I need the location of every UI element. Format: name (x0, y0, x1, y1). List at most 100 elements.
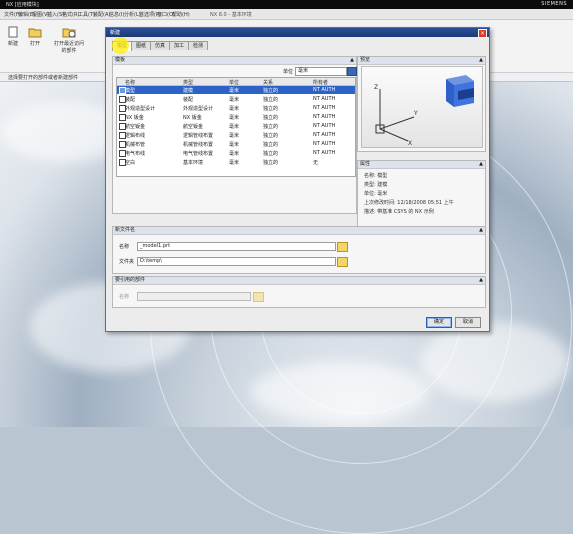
col-relation[interactable]: 关系 (263, 79, 273, 86)
svg-text:Y: Y (413, 110, 418, 117)
table-row[interactable]: 航空钣金 航空钣金 毫米 独立的 NT AUTH (117, 122, 355, 130)
cell-owner: NT AUTH (313, 105, 336, 111)
browse-folder-icon[interactable] (337, 242, 348, 252)
tab-manufacturing[interactable]: 加工 (169, 41, 189, 50)
menu-information[interactable]: 信息(I) (109, 11, 124, 18)
cell-unit: 毫米 (229, 106, 240, 112)
version-label: NX 8.0 - 基本环境 (210, 12, 252, 18)
cell-unit: 毫米 (229, 115, 240, 121)
cell-type: 航空钣金 (183, 124, 204, 130)
reference-part-panel: 要引用的部件 ▲ 名称 (112, 276, 486, 308)
cell-rel: 独立的 (263, 88, 279, 94)
prop-name: 名称: 模型 (364, 173, 388, 179)
cell-name: 电气布线 (125, 151, 146, 157)
new-button[interactable]: 新建 (2, 26, 24, 47)
dialog-titlebar: 新建 × (106, 28, 489, 38)
cell-owner: NT AUTH (313, 132, 336, 138)
table-row[interactable]: 空白 基本环境 毫米 独立的 无 (117, 158, 355, 166)
tab-drawing[interactable]: 图纸 (131, 41, 151, 50)
svg-text:Z: Z (374, 84, 378, 91)
csys-model-icon: Z Y X (374, 75, 474, 147)
open-button[interactable]: 打开 (24, 26, 46, 47)
cell-unit: 毫米 (229, 124, 240, 130)
cell-name: 逻辑布线 (125, 133, 146, 139)
dialog-title: 新建 (110, 30, 121, 36)
cue-text: 选择要打开的部件或者新建部件 (8, 75, 79, 81)
window-titlebar: NX [应用模块] SIEMENS (0, 0, 573, 9)
cell-type: 机械管线布置 (183, 142, 214, 148)
templates-panel-title: 模板 ▲ (113, 57, 356, 65)
cell-type: 装配 (183, 97, 194, 103)
ok-button[interactable]: 确定 (426, 317, 452, 328)
cell-rel: 独立的 (263, 160, 279, 166)
cloud (250, 362, 430, 422)
cell-type: 逻辑管线布置 (183, 133, 214, 139)
prop-type: 类型: 建模 (364, 182, 388, 188)
open-recent-button[interactable]: 打开最近访问的部件 (52, 26, 86, 54)
cell-type: 电气管线布置 (183, 151, 214, 157)
cell-rel: 独立的 (263, 97, 279, 103)
cell-rel: 独立的 (263, 124, 279, 130)
col-name[interactable]: 名称 (125, 79, 135, 86)
preview-panel: 预览 ▲ Z Y X (357, 56, 486, 152)
table-row[interactable]: 外观造型设计 外观造型设计 毫米 独立的 NT AUTH (117, 104, 355, 112)
prop-modified: 上次修改时间: 12/18/2008 05:51 上午 (364, 200, 454, 206)
prop-description: 描述: 带基准 CSYS 的 NX 示例 (364, 209, 434, 215)
filter-dropdown-icon[interactable] (347, 67, 357, 76)
properties-panel: 属性 ▲ 名称: 模型 类型: 建模 单位: 毫米 上次修改时间: 12/18/2… (357, 160, 486, 230)
menu-bar: 文件(F) 编辑(E) 视图(V) 插入(S) 格式(R) 工具(T) 装配(A… (0, 9, 573, 20)
table-row[interactable]: 装配 装配 毫米 独立的 NT AUTH (117, 95, 355, 103)
cell-rel: 独立的 (263, 115, 279, 121)
tab-simulation[interactable]: 仿真 (150, 41, 170, 50)
browse-folder-icon[interactable] (337, 257, 348, 267)
table-row[interactable]: 模型 建模 毫米 独立的 NT AUTH (117, 86, 355, 94)
recent-parts-icon (62, 28, 76, 38)
filename-input[interactable]: _model1.prt (137, 242, 336, 251)
col-unit[interactable]: 单位 (229, 79, 239, 86)
template-preview-image: Z Y X (361, 66, 483, 148)
mouse-highlight (112, 37, 129, 54)
preview-panel-title: 预览 ▲ (358, 57, 485, 65)
menu-format[interactable]: 格式(R) (62, 11, 79, 18)
menu-assemblies[interactable]: 装配(A) (93, 11, 110, 18)
cloud (420, 322, 570, 402)
new-button-label: 新建 (7, 41, 18, 47)
col-type[interactable]: 类型 (183, 79, 193, 86)
cell-owner: NT AUTH (313, 96, 336, 102)
cancel-button[interactable]: 取消 (455, 317, 481, 328)
cell-type: 建模 (183, 88, 194, 94)
new-filename-panel-title: 新文件名 ▲ (113, 227, 485, 235)
close-icon[interactable]: × (478, 29, 487, 38)
cell-unit: 毫米 (229, 133, 240, 139)
unit-filter-label: 单位 (283, 69, 294, 75)
cell-name: 机械布管 (125, 142, 146, 148)
cell-name: NX 钣金 (125, 115, 144, 121)
unit-filter-select[interactable]: 毫米 (295, 67, 347, 76)
table-row[interactable]: 逻辑布线 逻辑管线布置 毫米 独立的 NT AUTH (117, 131, 355, 139)
new-filename-panel: 新文件名 ▲ 名称 _model1.prt 文件夹 D:\temp\ (112, 226, 486, 274)
cell-unit: 毫米 (229, 160, 240, 166)
menu-help[interactable]: 帮助(H) (172, 11, 190, 18)
open-recent-button-label: 打开最近访问的部件 (53, 41, 84, 54)
cell-name: 模型 (125, 88, 136, 94)
cell-name: 装配 (125, 97, 136, 103)
cell-type: 外观造型设计 (183, 106, 214, 112)
part-name-label: 名称 (119, 294, 130, 300)
folder-open-icon (28, 28, 42, 38)
table-row[interactable]: 电气布线 电气管线布置 毫米 独立的 NT AUTH (117, 149, 355, 157)
table-row[interactable]: 机械布管 机械管线布置 毫米 独立的 NT AUTH (117, 140, 355, 148)
cell-owner: 无 (313, 160, 319, 166)
properties-panel-title: 属性 ▲ (358, 161, 485, 169)
cell-name: 空白 (125, 160, 136, 166)
table-row[interactable]: NX 钣金 NX 钣金 毫米 独立的 NT AUTH (117, 113, 355, 121)
folder-input[interactable]: D:\temp\ (137, 257, 336, 266)
cell-rel: 独立的 (263, 133, 279, 139)
col-owner[interactable]: 所有者 (313, 79, 328, 86)
tab-inspection[interactable]: 检测 (188, 41, 208, 50)
cell-type: NX 钣金 (183, 115, 202, 121)
window-title: NX [应用模块] (6, 2, 39, 8)
cell-unit: 毫米 (229, 142, 240, 148)
cell-unit: 毫米 (229, 97, 240, 103)
cell-unit: 毫米 (229, 151, 240, 157)
part-name-input (137, 292, 251, 301)
